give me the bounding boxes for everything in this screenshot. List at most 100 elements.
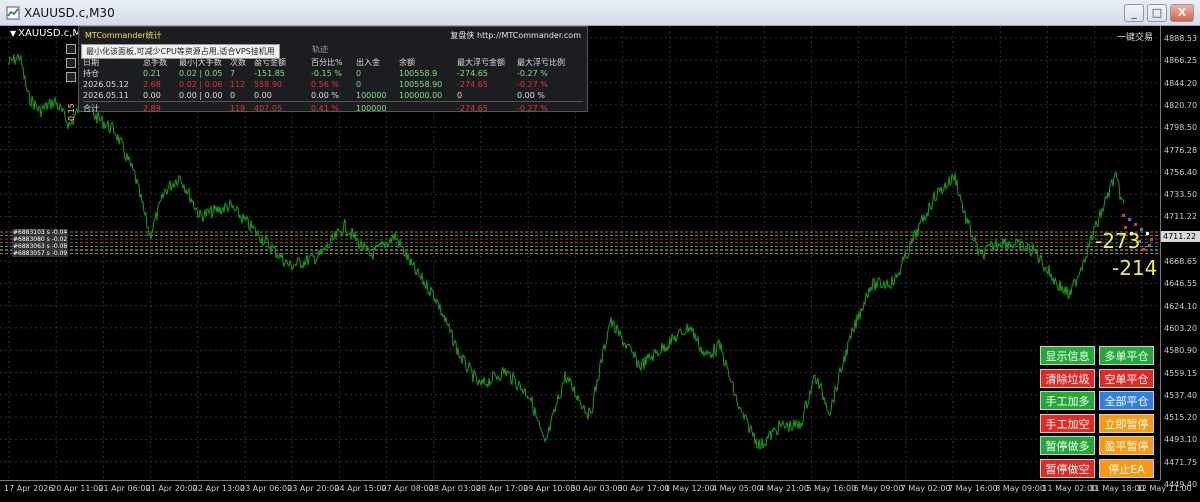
time-tick: 21 Apr 20:00 (145, 484, 198, 493)
trail-label[interactable]: 轨迹 (312, 44, 328, 55)
pause-long-button[interactable]: 暂停做多 (1040, 436, 1095, 456)
stats-panel-title: MTCommander统计 (85, 31, 162, 40)
stats-cell: 0.00 | 0.00 (179, 91, 223, 100)
price-tick: 4798.50 (1164, 123, 1198, 133)
stats-column-header: 余额 (399, 58, 415, 67)
stats-cell: 0.02 | 0.06 (179, 80, 223, 89)
close-short-button[interactable]: 空单平仓 (1099, 368, 1154, 388)
time-tick: 7 May 16:00 (948, 484, 998, 493)
time-tick: 20 Apr 11:00 (51, 484, 104, 493)
order-line-tag[interactable]: #6883057 s -0.09 (12, 250, 69, 257)
stats-cell: 0.41 % (311, 104, 339, 113)
stats-cell: 0.00 % (311, 91, 339, 100)
window-titlebar: XAUUSD.c,M30 _ □ X (0, 0, 1200, 26)
manual-add-long-button[interactable]: 手工加多 (1040, 391, 1095, 411)
minimize-tooltip: 最小化该面板,可减少CPU等资源占用,适合VPS挂机用 (81, 44, 280, 59)
current-price-tag: 4711.22 (1161, 231, 1200, 242)
trade-marker (1150, 238, 1153, 241)
one-click-trading-label[interactable]: 一键交易 (1117, 30, 1153, 43)
stats-cell: 407.05 (254, 104, 282, 113)
price-tick: 4471.75 (1164, 457, 1198, 467)
stats-row: 2026.05.12 2.68 0.02 | 0.06 112 558.90 0.56 %… (79, 79, 589, 90)
panel-restore-icon[interactable] (66, 58, 76, 68)
stats-cell: 2026.05.12 (83, 80, 129, 89)
close-long-button[interactable]: 多单平仓 (1099, 346, 1154, 365)
stats-total-divider (83, 101, 583, 102)
stats-column-header: 出入金 (356, 58, 380, 67)
stats-column-header: 百分比% (311, 58, 343, 67)
price-tick: 4844.20 (1164, 78, 1198, 88)
stats-cell: 7 (230, 69, 236, 78)
stats-cell: 100000.00 (399, 91, 443, 100)
trade-marker (1134, 223, 1137, 226)
time-tick: 23 Apr 20:00 (287, 484, 340, 493)
stats-cell: 0 (230, 91, 236, 100)
minimize-window-button[interactable]: _ (1124, 4, 1144, 22)
time-tick: 17 Apr 2026 (4, 484, 54, 493)
trade-marker (1122, 214, 1125, 217)
stats-column-header: 最大浮亏比例 (517, 58, 565, 67)
price-tick: 4580.90 (1164, 346, 1198, 356)
stats-cell: -0.27 % (517, 69, 548, 78)
trade-marker (1142, 248, 1145, 251)
float-loss-number-2: -214 (1112, 256, 1158, 280)
panel-minimize-icon[interactable] (66, 44, 76, 54)
stats-cell: 2026.05.11 (83, 91, 129, 100)
time-tick: 7 May 02:00 (900, 484, 951, 493)
time-tick: 1 May 12:00 (664, 484, 715, 493)
pause-short-button[interactable]: 暂停做空 (1040, 459, 1095, 478)
price-tick: 4493.10 (1164, 435, 1198, 445)
time-tick: 4 May 21:00 (759, 484, 809, 493)
stats-cell: -274.65 (457, 80, 488, 89)
clear-junk-button[interactable]: 清除垃圾 (1040, 368, 1095, 388)
price-chart[interactable]: 0.15 ▼ XAUUSD.c,M30 一键交易 MTCommander统计 复盘… (0, 26, 1200, 502)
time-tick: 28 Apr 03:00 (428, 484, 481, 493)
price-tick: 4603.20 (1164, 323, 1198, 333)
stats-cell: 100000 (356, 91, 387, 100)
panel-close-icon[interactable] (66, 72, 76, 82)
order-line-tag[interactable]: #6883080 s -0.02 (12, 236, 69, 243)
order-line-tag[interactable]: #6883063 s -0.08 (12, 243, 69, 250)
price-tick: 4733.50 (1164, 190, 1198, 200)
stats-panel-site[interactable]: 复盘侠 http://MTCommander.com (450, 30, 581, 41)
price-tick: 4668.65 (1164, 257, 1198, 266)
close-all-button[interactable]: 全部平仓 (1099, 391, 1154, 411)
window-title: XAUUSD.c,M30 (24, 6, 115, 20)
trade-marker (1140, 228, 1143, 231)
stop-ea-button[interactable]: 停止EA (1099, 459, 1154, 478)
manual-add-short-button[interactable]: 手工加空 (1040, 413, 1095, 433)
time-tick: 5 May 16:00 (806, 484, 857, 493)
price-tick: 4756.40 (1164, 167, 1198, 177)
stats-cell: -0.27 % (517, 104, 548, 113)
time-tick: 23 Apr 06:00 (240, 484, 293, 493)
time-tick: 12 May 11:00 (1136, 484, 1192, 493)
stats-column-header: 最大浮亏金额 (457, 58, 505, 67)
dropdown-triangle-icon[interactable]: ▼ (10, 29, 16, 38)
stats-cell: 持仓 (83, 69, 99, 78)
time-axis[interactable]: 17 Apr 2026 20 Apr 11:00 21 Apr 06:00 21 Ap… (0, 480, 1192, 502)
stats-cell: 119 (230, 104, 246, 113)
price-tick: 4711.22 (1164, 212, 1198, 222)
show-info-button[interactable]: 显示信息 (1040, 346, 1095, 365)
stats-cell: 100558.9 (399, 69, 438, 78)
profit-close-pause-button[interactable]: 盈平暂停 (1099, 436, 1154, 456)
close-window-button[interactable]: X (1170, 4, 1194, 22)
time-tick: 30 Apr 17:00 (617, 484, 670, 493)
time-tick: 24 Apr 15:00 (334, 484, 387, 493)
float-loss-number-1: -273 (1095, 229, 1141, 253)
time-tick: 27 Apr 08:00 (381, 484, 434, 493)
stats-cell: 0.00 % (517, 91, 545, 100)
stats-cell: 0 (356, 80, 362, 89)
stats-row: 合计 2.89 119 407.05 0.41 % 100000 -274.65 -0.27 … (79, 103, 589, 114)
price-axis[interactable]: 4888.53 4866.25 4844.20 4820.70 4798.50 4776.… (1160, 26, 1200, 489)
stats-cell: 558.90 (254, 80, 282, 89)
stats-cell: -151.85 (254, 69, 285, 78)
stats-cell: 0.56 % (311, 80, 339, 89)
chart-app-icon (6, 6, 20, 20)
pause-now-button[interactable]: 立即暂停 (1099, 413, 1154, 433)
stats-cell: 0.00 (143, 91, 161, 100)
maximize-window-button[interactable]: □ (1147, 4, 1167, 22)
stats-row: 持仓 0.21 0.02 | 0.05 7 -151.85 -0.15 % 0 100558.… (79, 68, 589, 79)
order-line-tag[interactable]: #6883103 s -0.04 (12, 229, 69, 236)
stats-cell: 100000 (356, 104, 387, 113)
